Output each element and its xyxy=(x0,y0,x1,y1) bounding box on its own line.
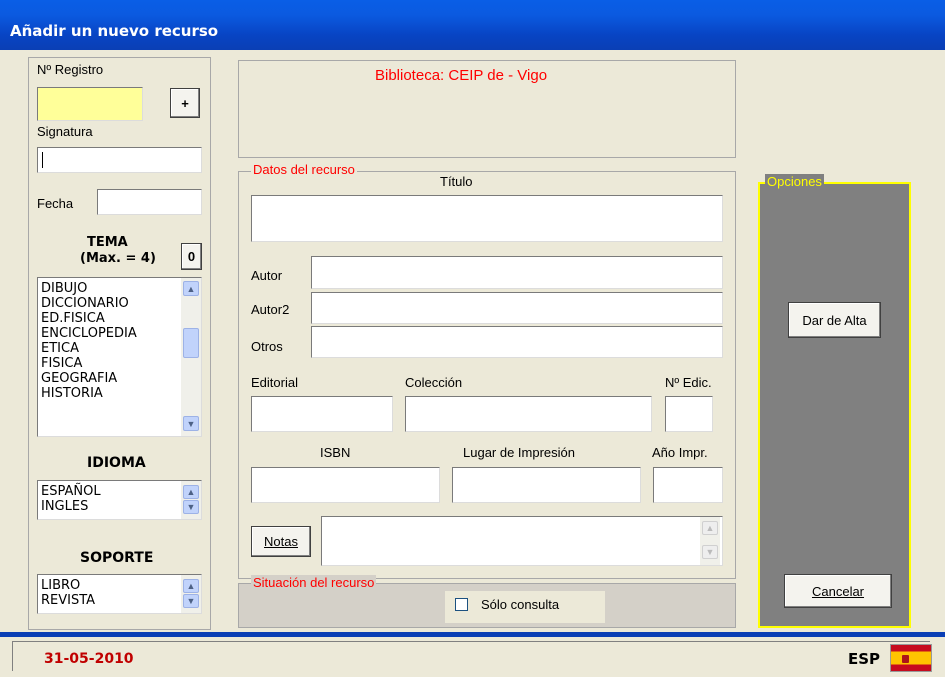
tema-list-items: DIBUJO DICCIONARIO ED.FISICA ENCICLOPEDIA ET… xyxy=(41,281,137,401)
scroll-down-icon[interactable]: ▼ xyxy=(183,594,199,608)
idioma-list-items: ESPAÑOL INGLES xyxy=(41,484,101,514)
notas-scrollbar[interactable]: ▲ ▼ xyxy=(700,517,720,565)
plus-icon: + xyxy=(181,95,189,111)
idioma-list-item[interactable]: ESPAÑOL xyxy=(41,484,101,499)
idioma-listbox[interactable]: ESPAÑOL INGLES ▲ ▼ xyxy=(37,480,202,520)
scroll-down-icon[interactable]: ▼ xyxy=(183,416,199,431)
dar-de-alta-label: Dar de Alta xyxy=(802,312,867,328)
registro-field[interactable] xyxy=(37,87,143,121)
add-registro-button[interactable]: + xyxy=(170,88,200,118)
soporte-list-item[interactable]: LIBRO xyxy=(41,578,95,593)
biblioteca-label: Biblioteca: CEIP de - Vigo xyxy=(375,67,548,84)
scroll-up-icon[interactable]: ▲ xyxy=(702,521,718,535)
lugar-field[interactable] xyxy=(452,467,641,503)
status-bar-border xyxy=(0,632,945,637)
title-bar: Añadir un nuevo recurso xyxy=(0,0,945,50)
otros-label: Otros xyxy=(251,339,283,354)
datos-legend: Datos del recurso xyxy=(251,162,357,177)
tema-count: 0 xyxy=(187,249,196,264)
idioma-title: IDIOMA xyxy=(87,455,146,471)
soporte-list-items: LIBRO REVISTA xyxy=(41,578,95,608)
autor-field[interactable] xyxy=(311,256,723,289)
status-date: 31-05-2010 xyxy=(44,651,134,667)
tema-title: TEMA xyxy=(87,235,128,250)
idioma-list-item[interactable]: INGLES xyxy=(41,499,101,514)
tema-list-item[interactable]: DIBUJO xyxy=(41,281,137,296)
soporte-list-item[interactable]: REVISTA xyxy=(41,593,95,608)
situacion-legend: Situación del recurso xyxy=(251,575,377,590)
lugar-label: Lugar de Impresión xyxy=(463,445,576,460)
anio-field[interactable] xyxy=(653,467,723,503)
editorial-label: Editorial xyxy=(251,375,298,390)
text-cursor xyxy=(42,152,43,168)
fecha-label: Fecha xyxy=(37,196,74,211)
fecha-field[interactable] xyxy=(97,189,202,215)
titulo-label: Título xyxy=(440,174,473,189)
notas-button[interactable]: Notas xyxy=(251,526,311,557)
scroll-up-icon[interactable]: ▲ xyxy=(183,281,199,296)
autor2-label: Autor2 xyxy=(251,302,290,317)
soporte-scrollbar[interactable]: ▲ ▼ xyxy=(181,575,201,613)
editorial-field[interactable] xyxy=(251,396,393,432)
window-title: Añadir un nuevo recurso xyxy=(10,22,219,40)
tema-list-item[interactable]: DICCIONARIO xyxy=(41,296,137,311)
tema-list-item[interactable]: HISTORIA xyxy=(41,386,137,401)
status-lang: ESP xyxy=(848,650,881,668)
scroll-down-icon[interactable]: ▼ xyxy=(702,545,718,559)
soporte-title: SOPORTE xyxy=(80,550,154,566)
otros-field[interactable] xyxy=(311,326,723,358)
status-date-panel xyxy=(12,641,930,671)
titulo-field[interactable] xyxy=(251,195,723,242)
signatura-label: Signatura xyxy=(37,124,93,139)
coleccion-field[interactable] xyxy=(405,396,652,432)
tema-list-item[interactable]: ENCICLOPEDIA xyxy=(41,326,137,341)
coleccion-label: Colección xyxy=(405,375,463,390)
isbn-field[interactable] xyxy=(251,467,440,503)
tema-list-item[interactable]: GEOGRAFIA xyxy=(41,371,137,386)
tema-scrollbar[interactable]: ▲ ▼ xyxy=(181,278,201,436)
cancelar-button[interactable]: Cancelar xyxy=(784,574,892,608)
registro-label: Nº Registro xyxy=(37,62,104,77)
autor2-field[interactable] xyxy=(311,292,723,324)
anio-label: Año Impr. xyxy=(652,445,708,460)
scroll-down-icon[interactable]: ▼ xyxy=(183,500,199,514)
scroll-up-icon[interactable]: ▲ xyxy=(183,579,199,593)
scroll-thumb[interactable] xyxy=(183,328,199,358)
scroll-up-icon[interactable]: ▲ xyxy=(183,485,199,499)
spain-flag-icon xyxy=(890,644,932,672)
solo-consulta-label: Sólo consulta xyxy=(481,597,560,612)
idioma-scrollbar[interactable]: ▲ ▼ xyxy=(181,481,201,519)
tema-max: (Max. = 4) xyxy=(80,251,156,266)
tema-listbox[interactable]: DIBUJO DICCIONARIO ED.FISICA ENCICLOPEDIA ET… xyxy=(37,277,202,437)
solo-consulta-checkbox[interactable] xyxy=(455,598,468,611)
tema-count-button[interactable]: 0 xyxy=(181,243,202,270)
cancelar-label: Cancelar xyxy=(811,583,865,599)
notas-button-label: Notas xyxy=(264,534,298,549)
autor-label: Autor xyxy=(251,268,283,283)
dar-de-alta-button[interactable]: Dar de Alta xyxy=(788,302,881,338)
opciones-legend: Opciones xyxy=(765,174,824,189)
tema-list-item[interactable]: FISICA xyxy=(41,356,137,371)
tema-list-item[interactable]: ETICA xyxy=(41,341,137,356)
nedic-label: Nº Edic. xyxy=(665,375,712,390)
soporte-listbox[interactable]: LIBRO REVISTA ▲ ▼ xyxy=(37,574,202,614)
isbn-label: ISBN xyxy=(320,445,351,460)
notas-field[interactable]: ▲ ▼ xyxy=(321,516,723,566)
tema-list-item[interactable]: ED.FISICA xyxy=(41,311,137,326)
nedic-field[interactable] xyxy=(665,396,713,432)
opciones-panel xyxy=(758,182,911,628)
signatura-field[interactable] xyxy=(37,147,202,173)
flag-crest xyxy=(902,655,909,663)
